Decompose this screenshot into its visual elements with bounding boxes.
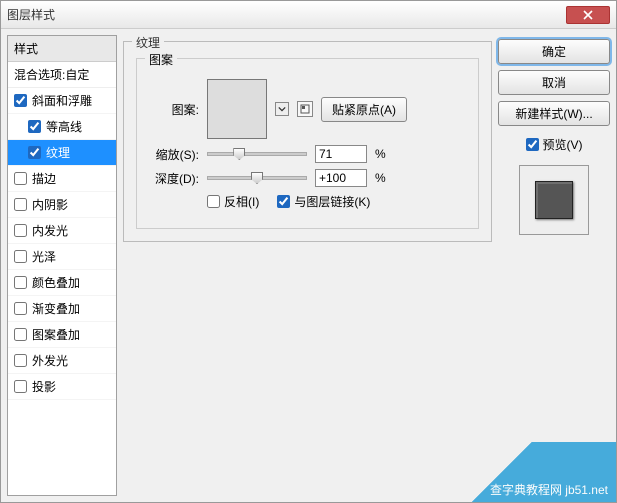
link-checkbox[interactable] xyxy=(277,195,290,208)
checkbox-row: 反相(I) 与图层链接(K) xyxy=(149,193,466,210)
style-label: 描边 xyxy=(32,170,56,187)
style-checkbox[interactable] xyxy=(14,276,27,289)
style-checkbox[interactable] xyxy=(14,302,27,315)
style-row[interactable]: 图案叠加 xyxy=(8,322,116,348)
style-label: 渐变叠加 xyxy=(32,300,80,317)
styles-list: 样式 混合选项:自定 斜面和浮雕等高线纹理描边内阴影内发光光泽颜色叠加渐变叠加图… xyxy=(7,35,117,496)
percent-label: % xyxy=(375,147,386,161)
new-style-button[interactable]: 新建样式(W)... xyxy=(498,101,610,126)
style-label: 外发光 xyxy=(32,352,68,369)
settings-panel: 纹理 图案 图案: 贴紧原点(A) xyxy=(123,35,492,496)
style-label: 投影 xyxy=(32,378,56,395)
cancel-button[interactable]: 取消 xyxy=(498,70,610,95)
invert-checkbox-wrap[interactable]: 反相(I) xyxy=(207,193,259,210)
style-label: 颜色叠加 xyxy=(32,274,80,291)
style-checkbox[interactable] xyxy=(28,120,41,133)
style-checkbox[interactable] xyxy=(14,380,27,393)
style-row[interactable]: 纹理 xyxy=(8,140,116,166)
style-label: 图案叠加 xyxy=(32,326,80,343)
style-row[interactable]: 颜色叠加 xyxy=(8,270,116,296)
style-label: 内阴影 xyxy=(32,196,68,213)
style-label: 斜面和浮雕 xyxy=(32,92,92,109)
style-row[interactable]: 投影 xyxy=(8,374,116,400)
scale-row: 缩放(S): 71 % xyxy=(149,145,466,163)
right-buttons: 确定 取消 新建样式(W)... 预览(V) xyxy=(498,35,610,496)
style-label: 等高线 xyxy=(46,118,82,135)
invert-checkbox[interactable] xyxy=(207,195,220,208)
pattern-dropdown[interactable] xyxy=(275,102,289,116)
scale-slider[interactable] xyxy=(207,152,307,156)
pattern-row: 图案: 贴紧原点(A) xyxy=(149,79,466,139)
snap-origin-button[interactable]: 贴紧原点(A) xyxy=(321,97,407,122)
texture-group: 纹理 图案 图案: 贴紧原点(A) xyxy=(123,41,492,242)
ok-button[interactable]: 确定 xyxy=(498,39,610,64)
depth-input[interactable]: +100 xyxy=(315,169,367,187)
depth-slider[interactable] xyxy=(207,176,307,180)
slider-thumb[interactable] xyxy=(233,148,245,160)
depth-label: 深度(D): xyxy=(149,170,199,187)
preview-checkbox[interactable] xyxy=(526,138,539,151)
pattern-label: 图案: xyxy=(149,101,199,118)
scale-input[interactable]: 71 xyxy=(315,145,367,163)
styles-header: 样式 xyxy=(8,36,116,62)
close-button[interactable] xyxy=(566,6,610,24)
new-pattern-button[interactable] xyxy=(297,101,313,117)
chevron-down-icon xyxy=(278,105,286,113)
pattern-group: 图案 图案: 贴紧原点(A) 缩放(S): xyxy=(136,58,479,229)
style-row[interactable]: 光泽 xyxy=(8,244,116,270)
style-row[interactable]: 内阴影 xyxy=(8,192,116,218)
style-label: 内发光 xyxy=(32,222,68,239)
link-label: 与图层链接(K) xyxy=(294,193,370,210)
layer-style-dialog: 图层样式 样式 混合选项:自定 斜面和浮雕等高线纹理描边内阴影内发光光泽颜色叠加… xyxy=(0,0,617,503)
style-checkbox[interactable] xyxy=(14,198,27,211)
titlebar: 图层样式 xyxy=(1,1,616,29)
style-row[interactable]: 内发光 xyxy=(8,218,116,244)
preview-inner xyxy=(535,181,573,219)
link-checkbox-wrap[interactable]: 与图层链接(K) xyxy=(277,193,370,210)
style-checkbox[interactable] xyxy=(14,94,27,107)
style-checkbox[interactable] xyxy=(14,328,27,341)
style-row[interactable]: 等高线 xyxy=(8,114,116,140)
invert-label: 反相(I) xyxy=(224,193,259,210)
style-label: 光泽 xyxy=(32,248,56,265)
style-checkbox[interactable] xyxy=(14,354,27,367)
style-label: 纹理 xyxy=(46,144,70,161)
style-row[interactable]: 斜面和浮雕 xyxy=(8,88,116,114)
preview-swatch xyxy=(519,165,589,235)
style-checkbox[interactable] xyxy=(14,250,27,263)
preview-toggle[interactable]: 预览(V) xyxy=(498,136,610,153)
slider-thumb[interactable] xyxy=(251,172,263,184)
texture-legend: 纹理 xyxy=(132,34,164,51)
style-checkbox[interactable] xyxy=(28,146,41,159)
window-title: 图层样式 xyxy=(7,6,55,23)
pattern-swatch[interactable] xyxy=(207,79,267,139)
style-row[interactable]: 渐变叠加 xyxy=(8,296,116,322)
style-row[interactable]: 外发光 xyxy=(8,348,116,374)
style-row[interactable]: 描边 xyxy=(8,166,116,192)
close-icon xyxy=(583,10,593,20)
percent-label: % xyxy=(375,171,386,185)
new-icon xyxy=(299,103,311,115)
blend-options-row[interactable]: 混合选项:自定 xyxy=(8,62,116,88)
scale-label: 缩放(S): xyxy=(149,146,199,163)
dialog-body: 样式 混合选项:自定 斜面和浮雕等高线纹理描边内阴影内发光光泽颜色叠加渐变叠加图… xyxy=(1,29,616,502)
style-checkbox[interactable] xyxy=(14,224,27,237)
pattern-legend: 图案 xyxy=(145,51,177,68)
style-checkbox[interactable] xyxy=(14,172,27,185)
preview-label: 预览(V) xyxy=(543,136,583,153)
depth-row: 深度(D): +100 % xyxy=(149,169,466,187)
